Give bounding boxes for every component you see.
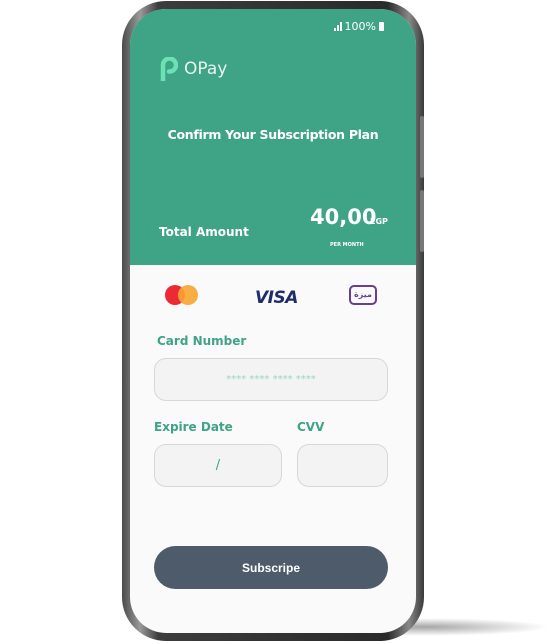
expire-date-label: Expire Date bbox=[154, 420, 233, 434]
phone-power-button bbox=[420, 190, 424, 252]
brand-name: OPay bbox=[184, 59, 228, 79]
total-amount-label: Total Amount bbox=[159, 225, 249, 239]
page-title: Confirm Your Subscription Plan bbox=[167, 127, 379, 142]
phone-screen: 100% OPay Confirm Your Subscription Plan… bbox=[130, 9, 416, 633]
cvv-label: CVV bbox=[297, 420, 325, 434]
cvv-input[interactable] bbox=[297, 444, 388, 487]
amount-value: 40,00 bbox=[310, 205, 377, 229]
header: 100% OPay Confirm Your Subscription Plan… bbox=[130, 9, 416, 265]
status-bar: 100% bbox=[333, 20, 384, 33]
opay-logo: OPay bbox=[160, 57, 227, 81]
card-number-label: Card Number bbox=[157, 334, 247, 348]
visa-icon[interactable]: VISA bbox=[255, 288, 298, 308]
battery-icon bbox=[379, 22, 384, 31]
currency: EGP bbox=[370, 217, 388, 226]
phone-volume-button bbox=[420, 116, 424, 178]
signal-icon bbox=[333, 22, 342, 31]
meeza-icon[interactable]: ميزة bbox=[349, 285, 377, 305]
card-number-input[interactable]: **** **** **** **** bbox=[154, 358, 388, 401]
mastercard-icon[interactable] bbox=[165, 285, 199, 305]
billing-period: PER MONTH bbox=[330, 242, 364, 248]
battery-percent: 100% bbox=[344, 20, 376, 33]
subscribe-button[interactable]: Subscripe bbox=[154, 546, 388, 589]
expire-date-input[interactable]: / bbox=[154, 444, 282, 487]
opay-logo-icon bbox=[160, 57, 178, 81]
